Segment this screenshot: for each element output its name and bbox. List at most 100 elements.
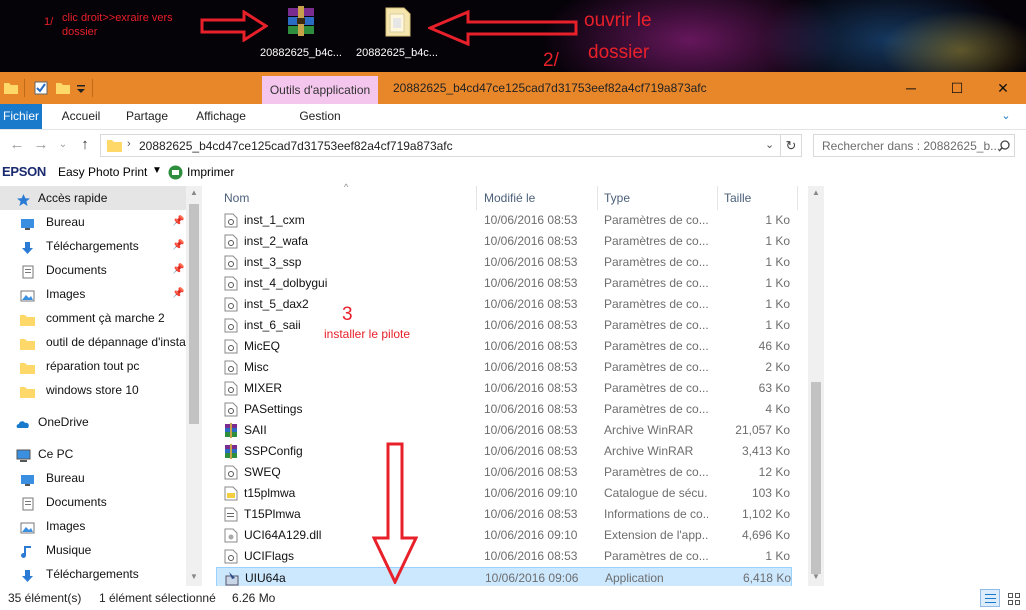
large-icons-view-icon[interactable] xyxy=(1004,589,1024,607)
address-bar[interactable]: › 20882625_b4cd47ce125cad7d31753eef82a4c… xyxy=(100,134,802,157)
sidebar-item[interactable]: OneDrive xyxy=(0,410,186,434)
address-dropdown-icon[interactable]: ⌄ xyxy=(765,138,774,151)
sidebar-item-label: Images xyxy=(46,287,86,301)
column-header-size[interactable]: Taille xyxy=(724,186,751,210)
scroll-up-icon[interactable]: ▲ xyxy=(812,188,820,197)
file-row[interactable]: SWEQ 10/06/2016 08:53 Paramètres de co... 1… xyxy=(216,462,792,483)
column-header-type[interactable]: Type xyxy=(604,186,630,210)
file-row[interactable]: SAII 10/06/2016 08:53 Archive WinRAR 21,057… xyxy=(216,420,792,441)
contextual-tab-app-tools[interactable]: Outils d'application xyxy=(262,76,378,104)
annotation-step1-line1: clic droit>>exraire vers xyxy=(62,12,173,24)
settings-file-icon xyxy=(224,339,238,354)
file-size: 103 Ko xyxy=(751,486,790,500)
customize-quick-access-icon[interactable] xyxy=(76,81,86,95)
file-list-scrollbar[interactable]: ▲ ▼ xyxy=(808,186,824,586)
close-button[interactable]: ✕ xyxy=(980,72,1026,104)
file-row[interactable]: Misc 10/06/2016 08:53 Paramètres de co... 2… xyxy=(216,357,792,378)
images-icon xyxy=(20,287,35,302)
nav-scrollbar[interactable]: ▲ ▼ xyxy=(186,186,202,586)
file-row[interactable]: UIU64a 10/06/2016 09:06 Application 6,418 K… xyxy=(216,567,792,588)
address-row: ← → ⌄ ↑ › 20882625_b4cd47ce125cad7d31753… xyxy=(0,130,1026,160)
file-row[interactable]: inst_4_dolbygui 10/06/2016 08:53 Paramètre… xyxy=(216,273,792,294)
file-list-scrollbar-thumb[interactable] xyxy=(811,382,821,574)
sidebar-item-label: comment çà marche 2 xyxy=(46,311,165,325)
file-row[interactable]: SSPConfig 10/06/2016 08:53 Archive WinRAR 3… xyxy=(216,441,792,462)
up-arrow-icon[interactable]: ↑ xyxy=(76,136,94,154)
sidebar-item[interactable]: Téléchargements xyxy=(0,562,186,586)
sidebar-item[interactable]: Bureau xyxy=(0,466,186,490)
file-row[interactable]: inst_6_saii 10/06/2016 08:53 Paramètres de… xyxy=(216,315,792,336)
pin-icon[interactable]: 📌 xyxy=(172,258,184,282)
file-size: 1 Ko xyxy=(765,549,790,563)
file-row[interactable]: MicEQ 10/06/2016 08:53 Paramètres de co...… xyxy=(216,336,792,357)
sidebar-item-label: Documents xyxy=(46,495,107,509)
sidebar-item-label: Téléchargements xyxy=(46,239,139,253)
settings-file-icon xyxy=(224,297,238,312)
new-folder-icon[interactable] xyxy=(56,81,70,95)
sidebar-item[interactable]: windows store 10 xyxy=(0,378,186,402)
scroll-down-icon[interactable]: ▼ xyxy=(190,572,198,581)
tab-view[interactable]: Affichage xyxy=(188,104,254,129)
file-row[interactable]: UCI64A129.dll 10/06/2016 09:10 Extension d… xyxy=(216,525,792,546)
refresh-icon[interactable]: ↻ xyxy=(780,134,802,157)
sidebar-item-label: réparation tout pc xyxy=(46,359,140,373)
file-size: 3,413 Ko xyxy=(741,444,790,458)
back-arrow-icon[interactable]: ← xyxy=(8,136,26,154)
sidebar-item[interactable]: Documents xyxy=(0,490,186,514)
tab-home[interactable]: Accueil xyxy=(52,104,110,129)
file-name: UCIFlags xyxy=(244,549,295,563)
file-row[interactable]: inst_3_ssp 10/06/2016 08:53 Paramètres de … xyxy=(216,252,792,273)
sidebar-item[interactable]: Documents 📌 xyxy=(0,258,186,282)
file-row[interactable]: MIXER 10/06/2016 08:53 Paramètres de co...… xyxy=(216,378,792,399)
maximize-button[interactable]: ☐ xyxy=(934,72,980,104)
file-row[interactable]: inst_2_wafa 10/06/2016 08:53 Paramètres de… xyxy=(216,231,792,252)
details-view-icon[interactable] xyxy=(980,589,1000,607)
pin-icon[interactable]: 📌 xyxy=(172,282,184,306)
sidebar-item[interactable]: Images 📌 xyxy=(0,282,186,306)
sidebar-item[interactable]: Ce PC xyxy=(0,442,186,466)
file-type: Paramètres de co... xyxy=(604,360,708,374)
file-row[interactable]: PASettings 10/06/2016 08:53 Paramètres de … xyxy=(216,399,792,420)
sidebar-item[interactable]: Téléchargements 📌 xyxy=(0,234,186,258)
breadcrumb-path[interactable]: 20882625_b4cd47ce125cad7d31753eef82a4cf7… xyxy=(139,139,453,153)
breadcrumb-chevron-icon[interactable]: › xyxy=(127,138,131,150)
sidebar-item-label: Bureau xyxy=(46,215,85,229)
column-header-name[interactable]: Nom xyxy=(224,186,249,210)
print-button[interactable]: Imprimer xyxy=(187,165,234,179)
desktop-icon-archive[interactable]: 20882625_b4c... xyxy=(258,4,344,59)
file-row[interactable]: inst_5_dax2 10/06/2016 08:53 Paramètres de… xyxy=(216,294,792,315)
sidebar-item[interactable]: Musique xyxy=(0,538,186,562)
sidebar-item[interactable]: outil de dépannage d'insta xyxy=(0,330,186,354)
chevron-down-icon[interactable]: ▼ xyxy=(152,165,162,176)
scroll-down-icon[interactable]: ▼ xyxy=(812,572,820,581)
scroll-up-icon[interactable]: ▲ xyxy=(190,188,198,197)
file-row[interactable]: inst_1_cxm 10/06/2016 08:53 Paramètres de … xyxy=(216,210,792,231)
folder-icon xyxy=(20,335,35,350)
file-type: Paramètres de co... xyxy=(604,255,708,269)
sidebar-item[interactable]: Accès rapide xyxy=(0,186,186,210)
file-row[interactable]: T15Plmwa 10/06/2016 08:53 Informations de … xyxy=(216,504,792,525)
nav-scrollbar-thumb[interactable] xyxy=(189,204,199,424)
file-row[interactable]: t15plmwa 10/06/2016 09:10 Catalogue de séc… xyxy=(216,483,792,504)
properties-icon[interactable] xyxy=(34,81,48,95)
sidebar-item[interactable]: Bureau 📌 xyxy=(0,210,186,234)
sidebar-item[interactable]: comment çà marche 2 xyxy=(0,306,186,330)
desktop-icon-folder-label: 20882625_b4c... xyxy=(356,47,438,59)
sidebar-item[interactable]: réparation tout pc xyxy=(0,354,186,378)
easy-photo-print-button[interactable]: Easy Photo Print xyxy=(58,165,147,179)
recent-locations-chevron-icon[interactable]: ⌄ xyxy=(54,136,72,154)
pin-icon[interactable]: 📌 xyxy=(172,210,184,234)
forward-arrow-icon[interactable]: → xyxy=(32,136,50,154)
file-row[interactable]: UCIFlags 10/06/2016 08:53 Paramètres de co… xyxy=(216,546,792,567)
sidebar-item[interactable]: Images xyxy=(0,514,186,538)
chevron-down-icon[interactable]: ⌄ xyxy=(996,104,1016,129)
minimize-button[interactable]: ─ xyxy=(888,72,934,104)
title-bar: Outils d'application 20882625_b4cd47ce12… xyxy=(0,72,1026,104)
tab-share[interactable]: Partage xyxy=(118,104,176,129)
search-input[interactable]: Rechercher dans : 20882625_b... xyxy=(813,134,1015,157)
tab-manage[interactable]: Gestion xyxy=(280,104,360,129)
tab-file[interactable]: Fichier xyxy=(0,104,42,129)
pin-icon[interactable]: 📌 xyxy=(172,234,184,258)
column-header-modified[interactable]: Modifié le xyxy=(484,186,535,210)
file-name: inst_6_saii xyxy=(244,318,301,332)
